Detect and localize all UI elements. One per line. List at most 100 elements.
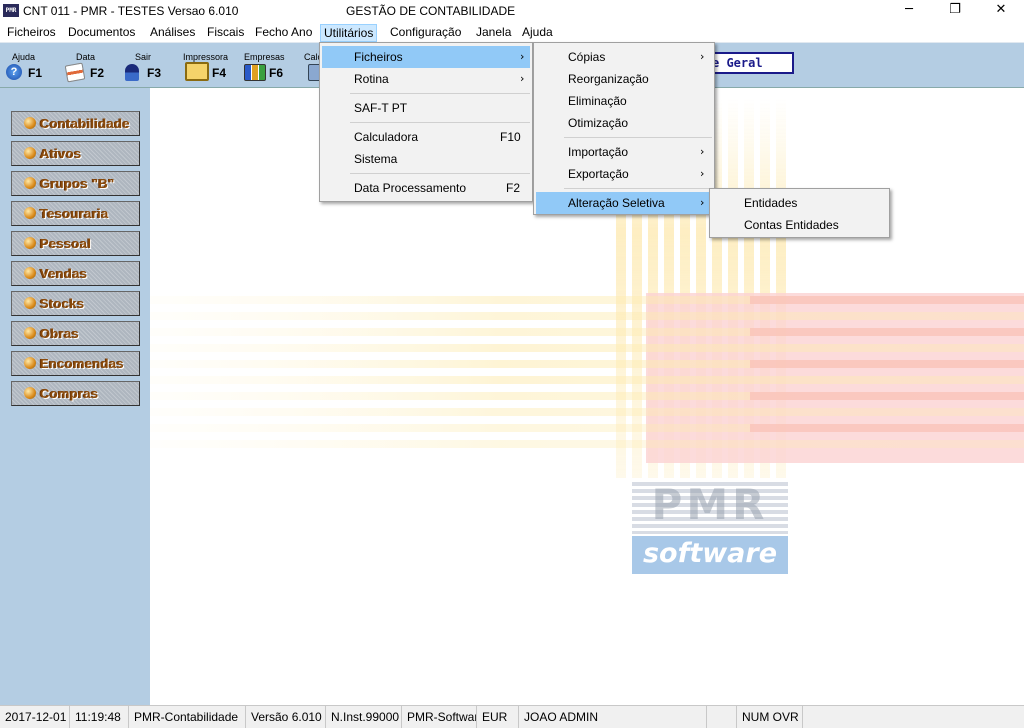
menu-item-reorganizacao[interactable]: Reorganização <box>536 68 712 90</box>
module-label: Tesouraria <box>40 206 109 221</box>
menu-item-label: Calculadora <box>354 130 419 144</box>
module-bullet-icon <box>24 147 36 159</box>
menu-item-label: Otimização <box>568 116 629 130</box>
module-label: Grupos "B" <box>40 176 115 191</box>
toolbar-date-button[interactable]: Data F2 <box>64 43 110 87</box>
module-bullet-icon <box>24 117 36 129</box>
toolbar-companies-key: F6 <box>269 66 284 80</box>
module-label: Compras <box>40 386 99 401</box>
menu-item-ficheiros[interactable]: Ficheiros › <box>322 46 530 68</box>
menu-utilitarios[interactable]: Utilitários <box>320 24 378 42</box>
menu-ajuda[interactable]: Ajuda <box>519 24 556 42</box>
menu-item-label: Rotina <box>354 72 389 86</box>
menu-item-label: Contas Entidades <box>744 218 839 232</box>
ficheiros-submenu: Cópias › Reorganização Eliminação Otimiz… <box>533 42 715 215</box>
module-bullet-icon <box>24 357 36 369</box>
menu-separator <box>350 93 530 94</box>
toolbar-date-key: F2 <box>90 66 105 80</box>
toolbar-help-button[interactable]: Ajuda ? F1 <box>6 43 50 87</box>
module-ativos[interactable]: Ativos <box>11 141 140 166</box>
module-vendas[interactable]: Vendas <box>11 261 140 286</box>
menu-janela[interactable]: Janela <box>473 24 514 42</box>
menu-item-shortcut: F10 <box>500 130 521 144</box>
menu-item-contas-entidades[interactable]: Contas Entidades <box>712 214 887 236</box>
app-icon[interactable]: PMR <box>3 4 19 17</box>
menu-item-eliminacao[interactable]: Eliminação <box>536 90 712 112</box>
menu-item-data-processamento[interactable]: Data Processamento F2 <box>322 177 530 199</box>
status-vendor: PMR-Software <box>402 706 477 728</box>
module-label: Stocks <box>40 296 85 311</box>
status-empty <box>707 706 737 728</box>
chevron-right-icon: › <box>700 167 705 180</box>
status-bar: 2017-12-01 11:19:48 PMR-Contabilidade Ve… <box>0 705 1024 728</box>
menu-fecho-ano[interactable]: Fecho Ano <box>252 24 315 42</box>
toolbar-help-key: F1 <box>28 66 43 80</box>
menu-configuracao[interactable]: Configuração <box>387 24 464 42</box>
menu-bar: Ficheiros Documentos Análises Fiscais Fe… <box>0 22 1024 42</box>
module-label: Ativos <box>40 146 82 161</box>
menu-fiscais[interactable]: Fiscais <box>204 24 247 42</box>
module-bullet-icon <box>24 177 36 189</box>
module-obras[interactable]: Obras <box>11 321 140 346</box>
module-panel: Contabilidade Ativos Grupos "B" Tesourar… <box>0 88 150 705</box>
menu-analises[interactable]: Análises <box>147 24 198 42</box>
companies-icon <box>244 64 266 81</box>
menu-item-label: Reorganização <box>568 72 649 86</box>
module-label: Vendas <box>40 266 88 281</box>
menu-item-label: Cópias <box>568 50 606 64</box>
menu-item-label: Entidades <box>744 196 798 210</box>
close-button[interactable]: ✕ <box>978 0 1024 22</box>
module-label: Contabilidade <box>40 116 130 131</box>
menu-item-label: Sistema <box>354 152 398 166</box>
module-label: Pessoal <box>40 236 92 251</box>
company-field[interactable]: e Geral <box>706 52 794 74</box>
maximize-button[interactable]: ❐ <box>932 0 978 22</box>
toolbar-exit-button[interactable]: Sair F3 <box>125 43 169 87</box>
toolbar-exit-key: F3 <box>147 66 162 80</box>
menu-item-importacao[interactable]: Importação › <box>536 141 712 163</box>
module-bullet-icon <box>24 237 36 249</box>
module-compras[interactable]: Compras <box>11 381 140 406</box>
module-bullet-icon <box>24 297 36 309</box>
menu-item-exportacao[interactable]: Exportação › <box>536 163 712 185</box>
chevron-right-icon: › <box>700 145 705 158</box>
toolbar-printer-key: F4 <box>212 66 227 80</box>
menu-item-saft[interactable]: SAF-T PT <box>322 97 530 119</box>
chevron-right-icon: › <box>700 196 705 209</box>
status-user: JOAO ADMIN <box>519 706 707 728</box>
menu-item-entidades[interactable]: Entidades <box>712 192 887 214</box>
module-grupos-b[interactable]: Grupos "B" <box>11 171 140 196</box>
module-encomendas[interactable]: Encomendas <box>11 351 140 376</box>
calendar-icon <box>64 62 86 83</box>
module-bullet-icon <box>24 267 36 279</box>
alteracao-seletiva-submenu: Entidades Contas Entidades <box>709 188 890 238</box>
toolbar-companies-button[interactable]: Empresas F6 <box>244 43 294 87</box>
toolbar-help-caption: Ajuda <box>12 52 36 62</box>
menu-ficheiros[interactable]: Ficheiros <box>4 24 59 42</box>
menu-item-label: Data Processamento <box>354 181 467 195</box>
toolbar-companies-caption: Empresas <box>244 52 285 62</box>
window-title: CNT 011 - PMR - TESTES Versao 6.010 <box>23 4 239 18</box>
menu-item-calculadora[interactable]: Calculadora F10 <box>322 126 530 148</box>
chevron-right-icon: › <box>700 50 705 63</box>
toolbar-exit-caption: Sair <box>135 52 152 62</box>
menu-item-otimizacao[interactable]: Otimização <box>536 112 712 134</box>
status-time: 11:19:48 <box>70 706 129 728</box>
chevron-right-icon: › <box>520 72 525 85</box>
utilitarios-menu: Ficheiros › Rotina › SAF-T PT Calculador… <box>319 42 533 202</box>
menu-item-rotina[interactable]: Rotina › <box>322 68 530 90</box>
module-stocks[interactable]: Stocks <box>11 291 140 316</box>
module-label: Encomendas <box>40 356 124 371</box>
minimize-button[interactable]: ─ <box>886 0 932 22</box>
status-version: Versão 6.010 <box>246 706 326 728</box>
menu-item-sistema[interactable]: Sistema <box>322 148 530 170</box>
module-contabilidade[interactable]: Contabilidade <box>11 111 140 136</box>
menu-separator <box>564 137 712 138</box>
menu-item-alteracao-seletiva[interactable]: Alteração Seletiva › <box>536 192 712 214</box>
printer-icon <box>185 62 209 81</box>
module-tesouraria[interactable]: Tesouraria <box>11 201 140 226</box>
menu-documentos[interactable]: Documentos <box>65 24 138 42</box>
menu-item-copias[interactable]: Cópias › <box>536 46 712 68</box>
toolbar-printer-button[interactable]: Impressora F4 <box>183 43 235 87</box>
module-pessoal[interactable]: Pessoal <box>11 231 140 256</box>
